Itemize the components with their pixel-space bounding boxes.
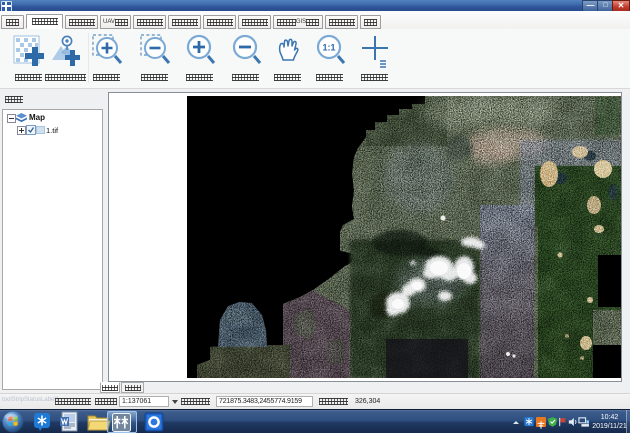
- svg-text:1:1: 1:1: [322, 43, 335, 53]
